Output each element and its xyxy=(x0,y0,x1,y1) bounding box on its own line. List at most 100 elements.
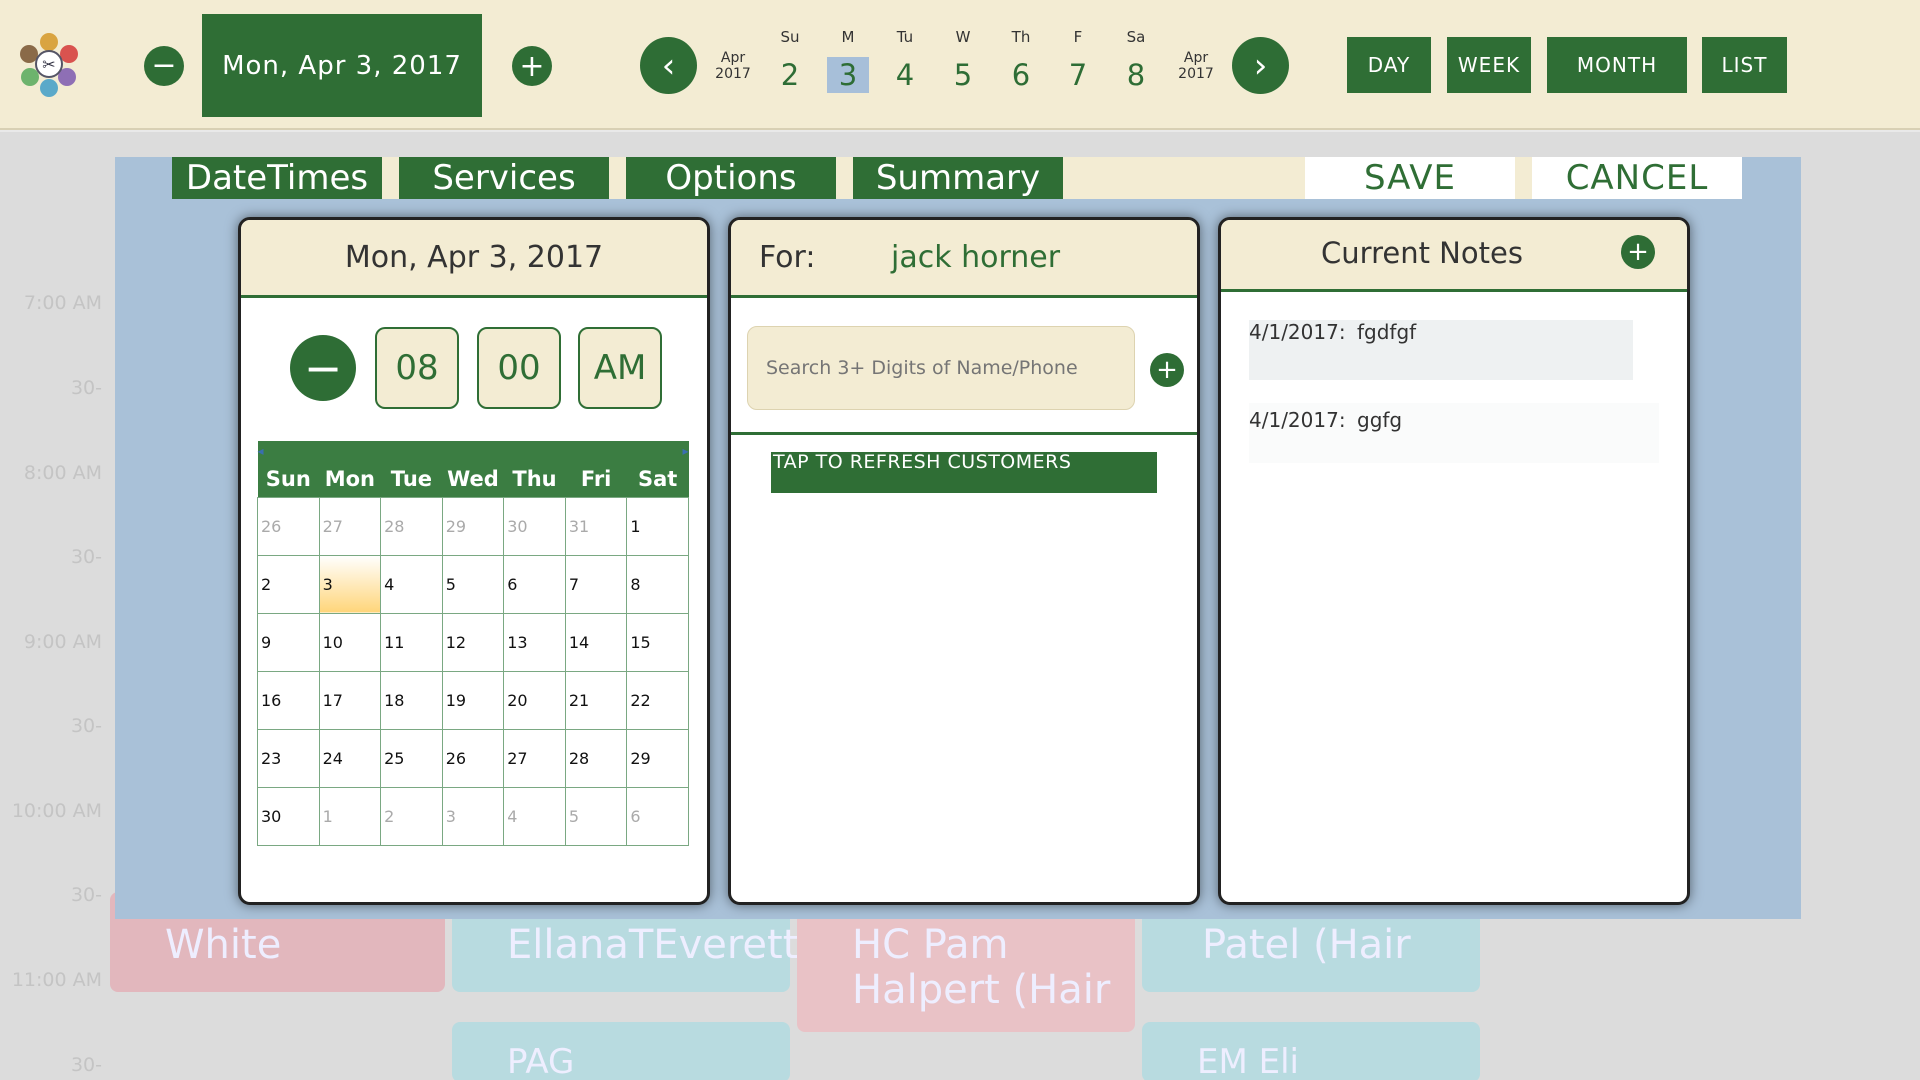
tab-summary[interactable]: Summary xyxy=(853,157,1063,199)
calendar-day[interactable]: 10 xyxy=(318,612,382,672)
cancel-button[interactable]: CANCEL xyxy=(1532,157,1742,199)
prev-week-chevron-left-icon[interactable]: ‹ xyxy=(640,37,697,94)
calendar-day[interactable]: 19 xyxy=(441,670,505,730)
time-label: 30- xyxy=(70,884,102,906)
view-list-button[interactable]: LIST xyxy=(1702,37,1787,93)
tab-options[interactable]: Options xyxy=(626,157,836,199)
hour-field[interactable]: 08 xyxy=(375,327,459,409)
calendar-day[interactable]: 2 xyxy=(380,786,443,846)
tab-datetimes[interactable]: DateTimes xyxy=(172,157,382,199)
week-day-number[interactable]: 3 xyxy=(827,57,869,93)
calendar-day[interactable]: 15 xyxy=(626,612,689,672)
notes-panel-header: Current Notes + xyxy=(1221,220,1687,292)
add-customer-button[interactable]: + xyxy=(1150,353,1184,387)
calendar-day[interactable]: 29 xyxy=(441,496,505,556)
calendar-day[interactable]: 23 xyxy=(257,728,320,788)
time-label: 8:00 AM xyxy=(23,462,102,484)
calendar-day[interactable]: 6 xyxy=(626,786,689,846)
calendar-day[interactable]: 1 xyxy=(318,786,382,846)
ampm-field[interactable]: AM xyxy=(578,327,662,409)
note-date: 4/1/2017: xyxy=(1249,408,1346,432)
calendar-day[interactable]: 4 xyxy=(503,786,566,846)
calendar-day[interactable]: 31 xyxy=(564,496,628,556)
week-day-number[interactable]: 4 xyxy=(877,57,933,93)
add-note-button[interactable]: + xyxy=(1621,235,1655,269)
calendar-day[interactable]: 24 xyxy=(318,728,382,788)
week-day-4[interactable]: Th 6 xyxy=(993,29,1049,93)
week-day-2[interactable]: Tu 4 xyxy=(877,29,933,93)
calendar-day[interactable]: 22 xyxy=(626,670,689,730)
note-item[interactable]: 4/1/2017: ggfg xyxy=(1249,403,1659,463)
app-logo[interactable]: ✂ xyxy=(14,28,84,98)
week-day-number[interactable]: 6 xyxy=(993,57,1049,93)
customer-name[interactable]: jack horner xyxy=(891,240,1060,275)
view-day-button[interactable]: DAY xyxy=(1347,37,1431,93)
calendar-day[interactable]: 16 xyxy=(257,670,320,730)
calendar-day[interactable]: 13 xyxy=(503,612,566,672)
appointment-card[interactable]: EM Eli xyxy=(1142,1022,1480,1080)
next-week-chevron-right-icon[interactable]: › xyxy=(1232,37,1289,94)
next-day-plus-button[interactable]: + xyxy=(512,46,552,86)
note-date: 4/1/2017: xyxy=(1249,320,1346,344)
week-day-5[interactable]: F7 xyxy=(1050,29,1106,93)
calendar-day[interactable]: 7 xyxy=(564,554,628,614)
calendar-day[interactable]: 12 xyxy=(441,612,505,672)
weekday-header: Wed xyxy=(442,461,504,497)
calendar-day[interactable]: 27 xyxy=(318,496,382,556)
calendar-day[interactable]: 27 xyxy=(503,728,566,788)
week-day-number[interactable]: 7 xyxy=(1050,57,1106,93)
time-label: 11:00 AM xyxy=(11,969,102,991)
time-minus-button[interactable]: − xyxy=(290,335,356,401)
calendar-day[interactable]: 17 xyxy=(318,670,382,730)
week-day-0[interactable]: Su 2 xyxy=(762,29,818,93)
note-item[interactable]: 4/1/2017: fgdfgf xyxy=(1249,320,1633,380)
appointment-card[interactable]: PAG xyxy=(452,1022,790,1080)
calendar-day[interactable]: 14 xyxy=(564,612,628,672)
calendar-day[interactable]: 5 xyxy=(441,554,505,614)
calendar-day[interactable]: 8 xyxy=(626,554,689,614)
calendar-day[interactable]: 1 xyxy=(626,496,689,556)
calendar-day[interactable]: 25 xyxy=(380,728,443,788)
calendar-day[interactable]: 9 xyxy=(257,612,320,672)
calendar-day[interactable]: 30 xyxy=(503,496,566,556)
week-day-6[interactable]: Sa 8 xyxy=(1108,29,1164,93)
save-button[interactable]: SAVE xyxy=(1305,157,1515,199)
tab-services[interactable]: Services xyxy=(399,157,609,199)
calendar-day[interactable]: 26 xyxy=(257,496,320,556)
prev-day-minus-button[interactable]: − xyxy=(144,46,184,86)
calendar-day[interactable]: 11 xyxy=(380,612,443,672)
calendar-next-month-icon[interactable]: ▸ xyxy=(626,441,689,461)
calendar-day[interactable]: 29 xyxy=(626,728,689,788)
top-toolbar: ✂ − Mon, Apr 3, 2017 + ‹ Apr 2017 Su 2 M 3 Tu… xyxy=(0,0,1920,130)
selected-date-title: Mon, Apr 3, 2017 xyxy=(344,240,604,275)
current-date-display[interactable]: Mon, Apr 3, 2017 xyxy=(202,14,482,117)
week-day-number[interactable]: 2 xyxy=(762,57,818,93)
week-day-label: W xyxy=(955,28,971,46)
calendar-prev-month-icon[interactable]: ◂ xyxy=(257,441,627,461)
calendar-day[interactable]: 5 xyxy=(564,786,628,846)
calendar-day[interactable]: 6 xyxy=(503,554,566,614)
calendar-day[interactable]: 26 xyxy=(441,728,505,788)
calendar-day[interactable]: 3 xyxy=(318,554,382,614)
weekday-header: Mon xyxy=(319,461,381,497)
customer-search-input[interactable] xyxy=(747,326,1135,410)
calendar-day[interactable]: 20 xyxy=(503,670,566,730)
time-label: 7:00 AM xyxy=(23,292,102,314)
view-month-button[interactable]: MONTH xyxy=(1547,37,1687,93)
calendar-day[interactable]: 30 xyxy=(257,786,320,846)
calendar-day[interactable]: 2 xyxy=(257,554,320,614)
calendar-day[interactable]: 3 xyxy=(441,786,505,846)
calendar-day[interactable]: 28 xyxy=(380,496,443,556)
week-day-1[interactable]: M3 xyxy=(820,29,876,93)
week-month-left: Apr 2017 xyxy=(715,50,751,82)
week-day-3[interactable]: W5 xyxy=(935,29,991,93)
calendar-day[interactable]: 4 xyxy=(380,554,443,614)
refresh-customers-button[interactable]: TAP TO REFRESH CUSTOMERS xyxy=(771,452,1157,493)
calendar-day[interactable]: 21 xyxy=(564,670,628,730)
week-day-number[interactable]: 5 xyxy=(935,57,991,93)
view-week-button[interactable]: WEEK xyxy=(1447,37,1531,93)
calendar-day[interactable]: 28 xyxy=(564,728,628,788)
minute-field[interactable]: 00 xyxy=(477,327,561,409)
calendar-day[interactable]: 18 xyxy=(380,670,443,730)
week-day-number[interactable]: 8 xyxy=(1108,57,1164,93)
